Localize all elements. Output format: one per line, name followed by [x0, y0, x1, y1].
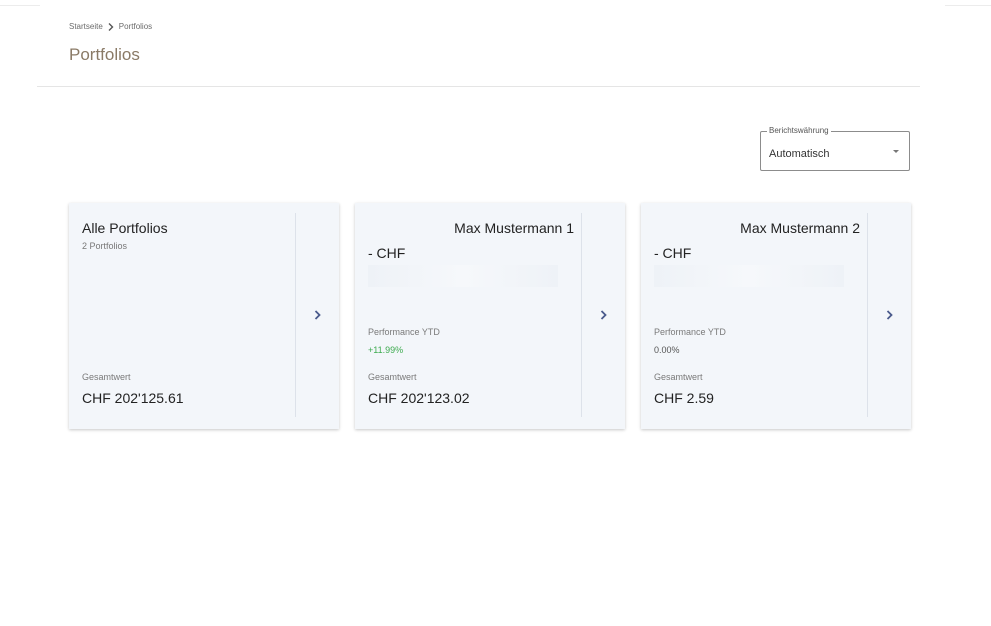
report-currency-value: Automatisch — [769, 148, 830, 160]
breadcrumb: Startseite Portfolios — [69, 22, 152, 31]
performance-label: Performance YTD — [368, 327, 440, 337]
card-title: Alle Portfolios — [82, 220, 168, 236]
chevron-right-icon — [314, 307, 321, 325]
portfolio-card-max-mustermann-2[interactable]: Max Mustermann 2 - CHF Performance YTD 0… — [641, 203, 911, 429]
top-edge-line — [0, 5, 40, 6]
card-currency: - CHF — [368, 245, 406, 261]
portfolio-card-max-mustermann-1[interactable]: Max Mustermann 1 - CHF Performance YTD +… — [355, 203, 625, 429]
performance-value: +11.99% — [368, 345, 404, 355]
card-body: Max Mustermann 1 - CHF Performance YTD +… — [355, 203, 581, 429]
chart-placeholder — [368, 265, 558, 287]
total-value: CHF 2.59 — [654, 390, 714, 406]
chevron-right-icon — [108, 22, 114, 31]
card-title: Max Mustermann 1 — [454, 220, 574, 236]
chevron-right-icon — [886, 307, 893, 325]
open-portfolio-button[interactable] — [582, 203, 625, 429]
performance-label: Performance YTD — [654, 327, 726, 337]
header-divider — [37, 86, 920, 87]
card-body: Max Mustermann 2 - CHF Performance YTD 0… — [641, 203, 867, 429]
total-value-label: Gesamtwert — [654, 372, 703, 382]
report-currency-label: Berichtswährung — [767, 126, 831, 136]
total-value-label: Gesamtwert — [368, 372, 417, 382]
portfolios-page: Startseite Portfolios Portfolios Bericht… — [0, 0, 991, 626]
card-subtitle: 2 Portfolios — [82, 241, 128, 251]
caret-down-icon — [893, 150, 899, 153]
card-body: Alle Portfolios 2 Portfolios Gesamtwert … — [69, 203, 295, 429]
breadcrumb-current: Portfolios — [118, 22, 153, 31]
chart-placeholder — [654, 265, 844, 287]
card-currency: - CHF — [654, 245, 692, 261]
breadcrumb-home-link[interactable]: Startseite — [69, 22, 103, 31]
total-value: CHF 202'125.61 — [82, 390, 184, 406]
total-value: CHF 202'123.02 — [368, 390, 470, 406]
portfolio-card-all[interactable]: Alle Portfolios 2 Portfolios Gesamtwert … — [69, 203, 339, 429]
total-value-label: Gesamtwert — [82, 372, 131, 382]
performance-value: 0.00% — [654, 345, 680, 355]
open-portfolio-button[interactable] — [296, 203, 339, 429]
report-currency-select[interactable]: Berichtswährung Automatisch — [760, 126, 910, 171]
page-title: Portfolios — [69, 45, 140, 64]
top-edge-line — [945, 5, 991, 6]
chevron-right-icon — [600, 307, 607, 325]
card-title: Max Mustermann 2 — [740, 220, 860, 236]
open-portfolio-button[interactable] — [868, 203, 911, 429]
